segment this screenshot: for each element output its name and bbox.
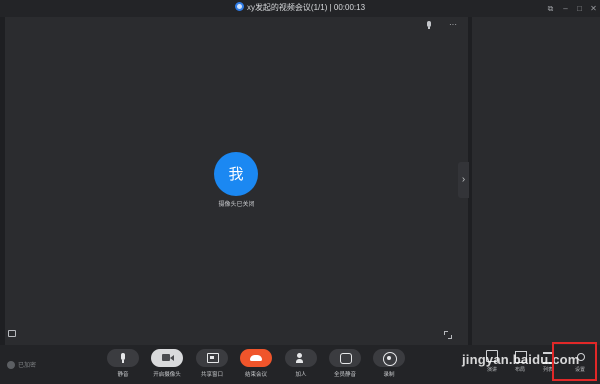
close-icon[interactable]: ✕: [588, 3, 599, 14]
end-meeting-button[interactable]: 结束会议: [239, 349, 273, 378]
network-status-icon[interactable]: [8, 330, 16, 337]
record-icon: [373, 349, 405, 367]
add-person-label: 加人: [295, 372, 307, 378]
fullscreen-icon[interactable]: [444, 331, 452, 339]
meeting-app-icon: [234, 2, 244, 11]
video-area: ··· 我 摄像头已关闭: [5, 17, 468, 345]
share-window-label: 共享窗口: [200, 372, 223, 378]
layout-label: 布局: [514, 367, 525, 373]
encryption-label: 已加密: [18, 363, 37, 369]
title-bar: xy发起的视频会议(1/1) | 00:00:13 ⧉ – □ ✕: [0, 0, 600, 17]
mic-icon: [107, 349, 139, 367]
start-camera-button[interactable]: 开启摄像头: [150, 349, 184, 378]
maximize-icon[interactable]: □: [574, 3, 585, 14]
record-label: 录制: [383, 372, 395, 378]
minimize-icon[interactable]: –: [560, 3, 571, 14]
video-top-tools: ···: [421, 19, 461, 31]
mute-label: 静音: [117, 372, 129, 378]
add-person-icon: [285, 349, 317, 367]
mic-icon[interactable]: [421, 19, 437, 31]
end-meeting-label: 结束会议: [244, 372, 267, 378]
restore-icon[interactable]: ⧉: [545, 3, 556, 14]
camera-icon: [151, 349, 183, 367]
add-person-button[interactable]: 加人: [284, 349, 318, 378]
share-window-icon: [196, 349, 228, 367]
encryption-status: 已加密: [7, 360, 36, 369]
mute-all-button[interactable]: 全员静音: [328, 349, 362, 378]
highlight-box: [552, 342, 597, 381]
mute-all-label: 全员静音: [333, 372, 356, 378]
avatar: 我: [214, 152, 258, 196]
hangup-icon: [240, 349, 272, 367]
record-button[interactable]: 录制: [372, 349, 406, 378]
speaker-view-label: 演讲: [486, 367, 497, 373]
camera-status: 摄像头已关闭: [218, 202, 255, 208]
chevron-right-icon[interactable]: ›: [458, 162, 469, 198]
mute-button[interactable]: 静音: [106, 349, 140, 378]
lock-icon: [7, 360, 15, 369]
more-icon[interactable]: ···: [445, 19, 461, 31]
participant-panel: [472, 17, 600, 345]
share-window-button[interactable]: 共享窗口: [195, 349, 229, 378]
window-title: xy发起的视频会议(1/1) | 00:00:13: [0, 2, 600, 14]
start-camera-label: 开启摄像头: [153, 372, 181, 378]
mute-all-icon: [329, 349, 361, 367]
window-title-text: xy发起的视频会议(1/1) | 00:00:13: [246, 3, 366, 12]
